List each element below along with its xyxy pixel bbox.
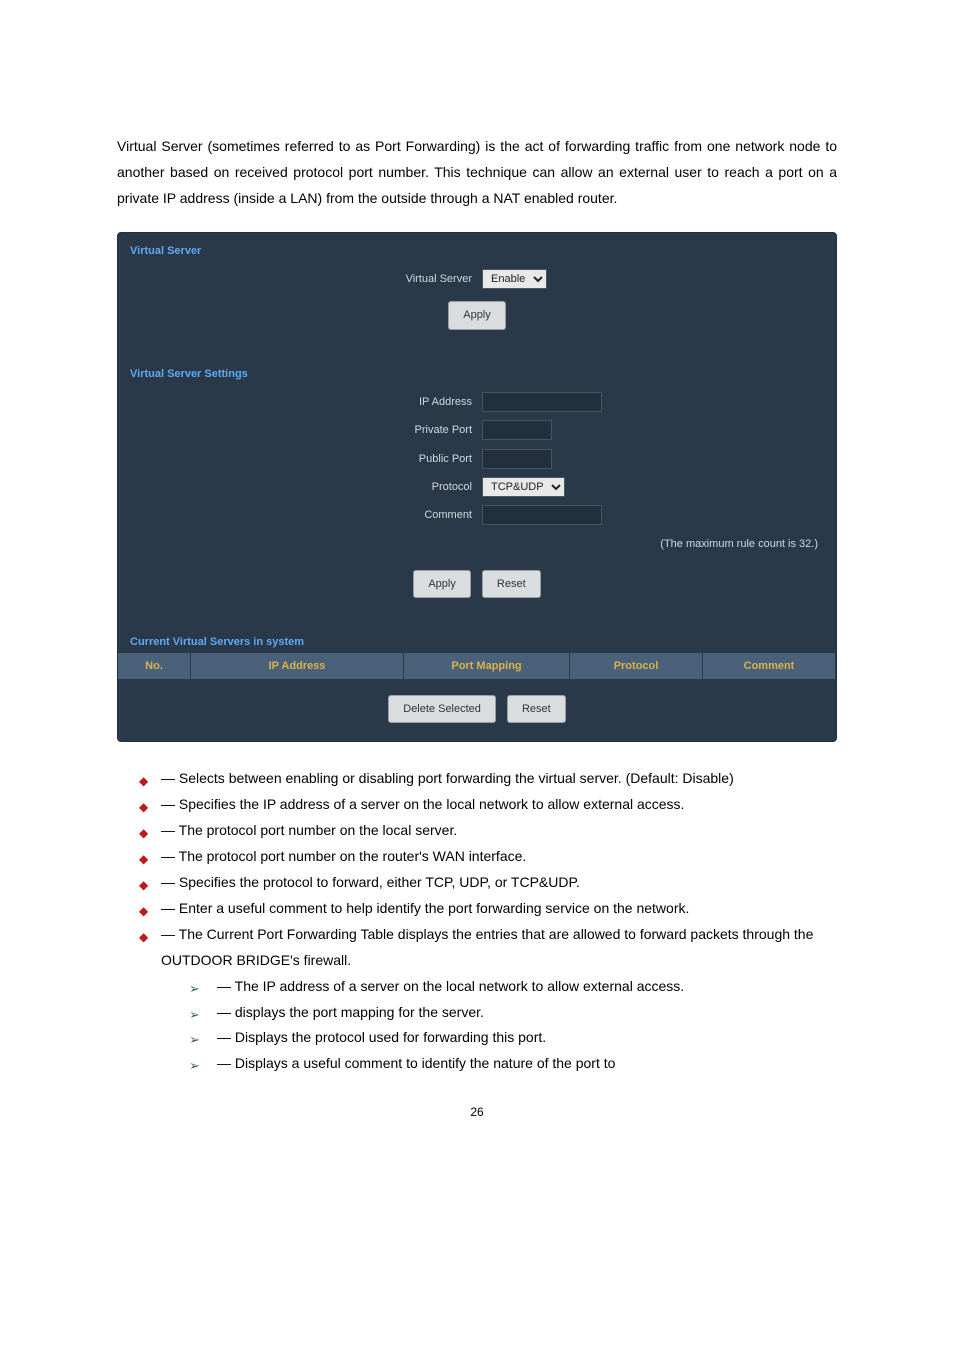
th-comment: Comment (703, 653, 836, 679)
list-item: — displays the port mapping for the serv… (189, 1000, 837, 1026)
virtual-server-panel: Virtual Server Virtual Server Enable App… (117, 232, 837, 743)
private-port-label: Private Port (222, 420, 482, 440)
list-item: — Displays the protocol used for forward… (189, 1025, 837, 1051)
list-item: — The protocol port number on the local … (139, 818, 837, 844)
private-port-input[interactable] (482, 420, 552, 440)
list-item: — The protocol port number on the router… (139, 844, 837, 870)
page-number: 26 (117, 1101, 837, 1123)
intro-paragraph: Virtual Server (sometimes referred to as… (117, 134, 837, 212)
delete-selected-button[interactable]: Delete Selected (388, 695, 496, 723)
public-port-input[interactable] (482, 449, 552, 469)
list-item: — The Current Port Forwarding Table disp… (139, 922, 837, 974)
th-no: No. (118, 653, 191, 679)
reset-button-settings[interactable]: Reset (482, 570, 541, 598)
list-item: — Specifies the IP address of a server o… (139, 792, 837, 818)
virtual-server-select[interactable]: Enable (482, 269, 547, 289)
list-item: — Specifies the protocol to forward, eit… (139, 870, 837, 896)
protocol-select[interactable]: TCP&UDP (482, 477, 565, 497)
th-portmap: Port Mapping (404, 653, 570, 679)
ip-address-input[interactable] (482, 392, 602, 412)
list-item: — Enter a useful comment to help identif… (139, 896, 837, 922)
ip-address-label: IP Address (222, 392, 482, 412)
protocol-label: Protocol (222, 477, 482, 497)
panel-section-settings: Virtual Server Settings (118, 356, 836, 384)
list-item: — The IP address of a server on the loca… (189, 974, 837, 1000)
apply-button-top[interactable]: Apply (448, 301, 506, 329)
list-item: — Displays a useful comment to identify … (189, 1051, 837, 1077)
comment-input[interactable] (482, 505, 602, 525)
th-protocol: Protocol (570, 653, 703, 679)
virtual-server-label: Virtual Server (222, 269, 482, 289)
panel-section-virtual-server: Virtual Server (118, 233, 836, 261)
th-ip: IP Address (191, 653, 404, 679)
current-servers-table: No. IP Address Port Mapping Protocol Com… (118, 653, 836, 679)
apply-button-settings[interactable]: Apply (413, 570, 471, 598)
reset-button-bottom[interactable]: Reset (507, 695, 566, 723)
panel-section-current: Current Virtual Servers in system (118, 624, 836, 652)
list-item: — Selects between enabling or disabling … (139, 766, 837, 792)
public-port-label: Public Port (222, 449, 482, 469)
max-rule-hint: (The maximum rule count is 32.) (118, 530, 836, 562)
comment-label: Comment (222, 505, 482, 525)
